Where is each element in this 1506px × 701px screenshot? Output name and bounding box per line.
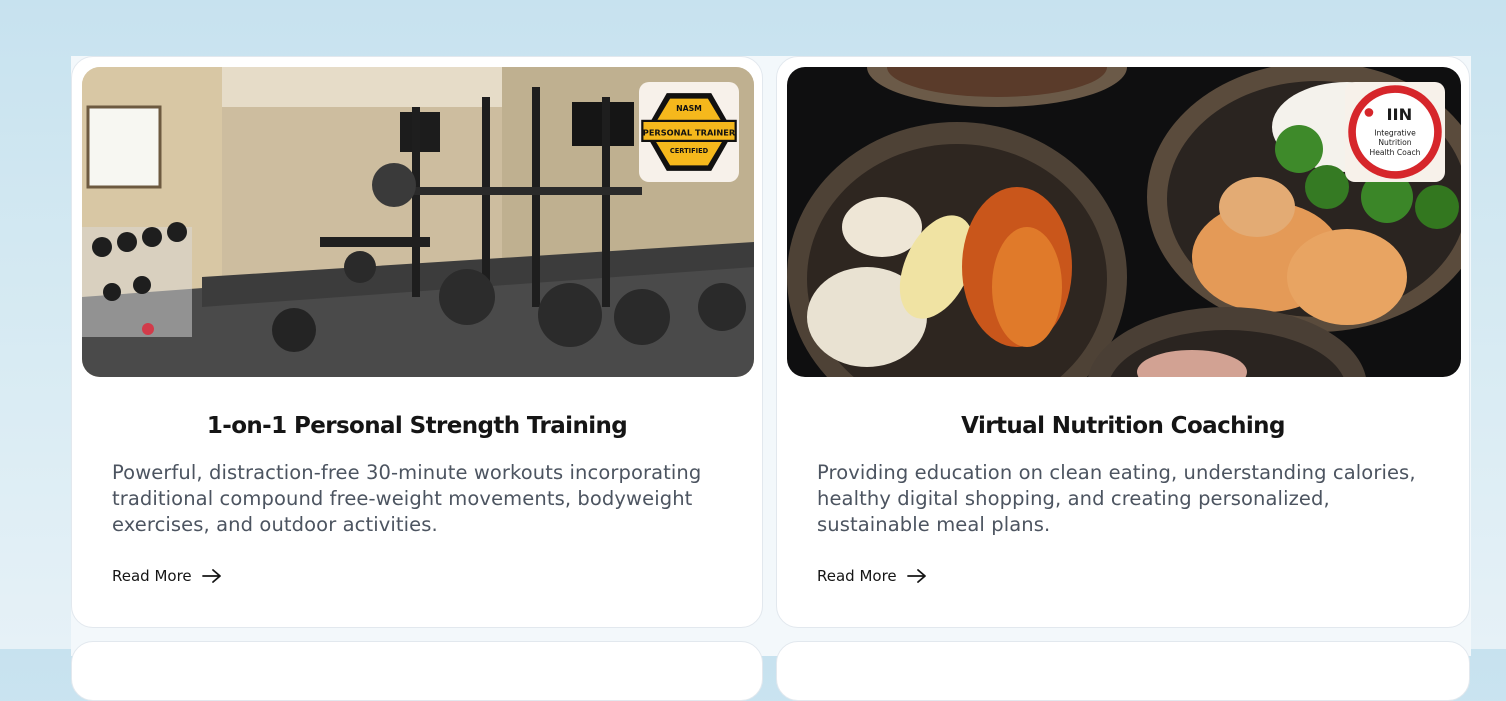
badge-main-text: PERSONAL TRAINER: [643, 127, 736, 137]
card-description: Providing education on clean eating, und…: [817, 461, 1416, 536]
service-card-next-row-left: [71, 641, 763, 701]
badge-top-text: NASM: [676, 104, 702, 113]
iin-certification-badge: IIN Integrative Nutrition Health Coach: [1345, 82, 1445, 182]
gym-photo: NASM PERSONAL TRAINER CERTIFIED: [82, 67, 754, 377]
iin-logo-icon: IIN Integrative Nutrition Health Coach: [1348, 85, 1442, 179]
card-title: Virtual Nutrition Coaching: [961, 413, 1285, 439]
service-card-next-row-right: [776, 641, 1470, 701]
iin-line-1: Integrative: [1374, 128, 1416, 137]
read-more-link[interactable]: Read More: [112, 567, 222, 585]
iin-line-3: Health Coach: [1370, 148, 1421, 157]
service-card-nutrition-coaching: IIN Integrative Nutrition Health Coach V…: [776, 56, 1470, 628]
meal-bowls-photo: IIN Integrative Nutrition Health Coach: [787, 67, 1461, 377]
iin-logo-text: IIN: [1386, 105, 1412, 124]
iin-line-2: Nutrition: [1378, 138, 1411, 147]
read-more-link[interactable]: Read More: [817, 567, 927, 585]
nasm-logo-icon: NASM PERSONAL TRAINER CERTIFIED: [641, 93, 737, 171]
arrow-right-icon: [201, 569, 221, 583]
read-more-label: Read More: [112, 567, 192, 585]
badge-sub-text: CERTIFIED: [670, 147, 709, 155]
service-card-strength-training: NASM PERSONAL TRAINER CERTIFIED 1-on-1 P…: [71, 56, 763, 628]
read-more-label: Read More: [817, 567, 897, 585]
card-description: Powerful, distraction-free 30-minute wor…: [112, 461, 702, 536]
card-title: 1-on-1 Personal Strength Training: [206, 413, 628, 439]
nasm-certification-badge: NASM PERSONAL TRAINER CERTIFIED: [639, 82, 739, 182]
arrow-right-icon: [906, 569, 926, 583]
